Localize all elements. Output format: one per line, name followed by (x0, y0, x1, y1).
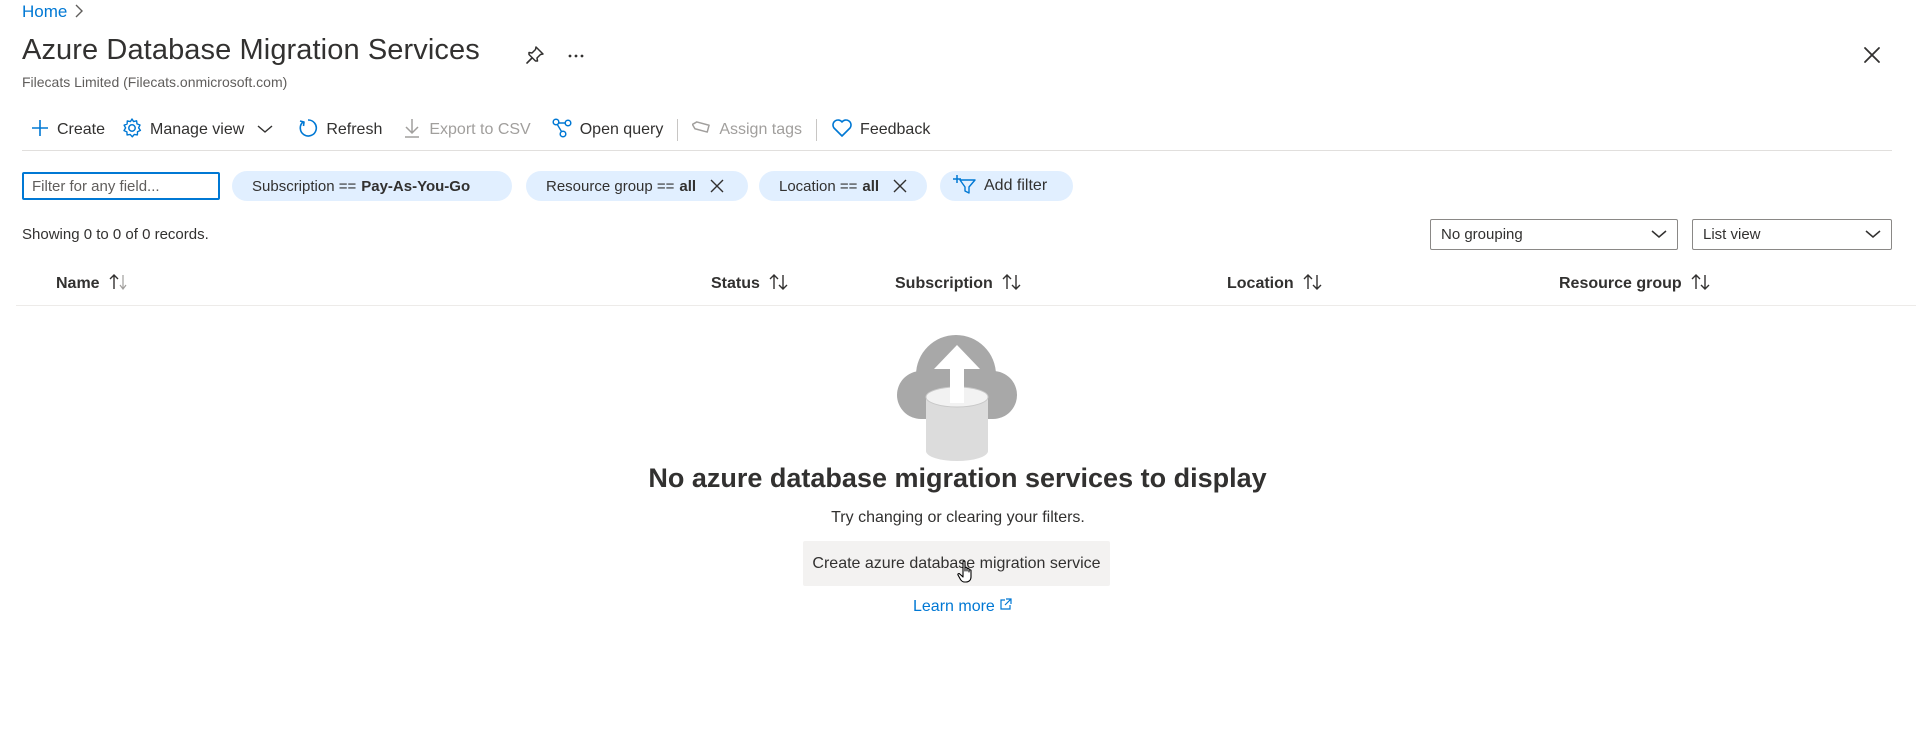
export-csv-button[interactable]: Export to CSV (394, 114, 538, 146)
remove-filter-icon[interactable] (710, 179, 724, 193)
chevron-down-icon (1865, 226, 1881, 243)
empty-state-subtitle: Try changing or clearing your filters. (831, 509, 1085, 526)
column-header-label: Status (711, 275, 760, 292)
column-header-label: Subscription (895, 275, 993, 292)
sort-icon (1690, 273, 1712, 296)
assign-tags-button[interactable]: Assign tags (684, 114, 810, 146)
download-icon (402, 117, 422, 144)
add-filter-label: Add filter (984, 177, 1048, 194)
add-filter-icon (952, 173, 976, 200)
create-migration-service-button[interactable]: Create azure database migration service (803, 541, 1110, 586)
external-link-icon (999, 598, 1012, 616)
refresh-icon (297, 117, 319, 144)
sort-ascending-icon (108, 273, 130, 296)
column-header-subscription[interactable]: Subscription (895, 272, 1023, 296)
column-header-label: Name (56, 275, 100, 292)
feedback-label: Feedback (860, 121, 931, 138)
table-header-divider (16, 305, 1916, 306)
sort-icon (1302, 273, 1324, 296)
column-header-name[interactable]: Name (56, 272, 130, 296)
filter-pill-label: Subscription == (252, 177, 357, 195)
open-query-label: Open query (579, 121, 664, 138)
sort-icon (1001, 273, 1023, 296)
pin-icon[interactable] (524, 44, 546, 66)
page-title: Azure Database Migration Services (22, 34, 480, 66)
more-options-icon[interactable] (565, 44, 587, 66)
create-button[interactable]: Create (22, 114, 113, 146)
add-filter-button[interactable]: Add filter (940, 171, 1073, 201)
heart-icon (831, 118, 853, 143)
records-summary: Showing 0 to 0 of 0 records. (22, 226, 209, 243)
chevron-down-icon (257, 121, 273, 139)
refresh-label: Refresh (326, 121, 383, 138)
create-label: Create (57, 121, 106, 138)
filter-pill-value: Pay-As-You-Go (361, 177, 471, 195)
learn-more-label: Learn more (913, 598, 995, 615)
refresh-button[interactable]: Refresh (289, 114, 390, 146)
close-icon[interactable] (1861, 44, 1883, 66)
grouping-dropdown[interactable]: No grouping (1430, 219, 1678, 250)
open-query-button[interactable]: Open query (543, 114, 672, 146)
feedback-button[interactable]: Feedback (823, 114, 938, 146)
chevron-down-icon (1651, 226, 1667, 243)
column-header-label: Location (1227, 275, 1294, 292)
view-value: List view (1703, 226, 1761, 243)
gear-icon (121, 117, 143, 144)
grouping-value: No grouping (1441, 226, 1523, 243)
breadcrumb: Home (22, 2, 84, 22)
filter-pill-resource-group[interactable]: Resource group == all (526, 171, 748, 201)
toolbar-divider (22, 150, 1892, 151)
filter-search-input[interactable] (22, 172, 220, 200)
query-icon (551, 117, 573, 144)
toolbar-separator (816, 119, 818, 141)
column-header-status[interactable]: Status (711, 272, 790, 296)
manage-view-label: Manage view (150, 121, 245, 138)
sort-icon (768, 273, 790, 296)
filter-pill-value: all (679, 177, 697, 195)
column-header-location[interactable]: Location (1227, 272, 1324, 296)
page-subtitle: Filecats Limited (Filecats.onmicrosoft.c… (22, 74, 288, 90)
filter-pill-label: Resource group == (546, 177, 675, 195)
manage-view-button[interactable]: Manage view (113, 114, 281, 146)
toolbar-separator (677, 119, 679, 141)
filter-pill-location[interactable]: Location == all (759, 171, 927, 201)
filter-pill-value: all (862, 177, 880, 195)
learn-more-link[interactable]: Learn more (913, 598, 1012, 616)
chevron-right-icon (75, 4, 84, 21)
plus-icon (30, 118, 50, 143)
column-header-resource-group[interactable]: Resource group (1559, 272, 1712, 296)
column-header-label: Resource group (1559, 275, 1682, 292)
assign-tags-label: Assign tags (719, 121, 803, 138)
remove-filter-icon[interactable] (893, 179, 907, 193)
filter-pill-subscription[interactable]: Subscription == Pay-As-You-Go (232, 171, 512, 201)
command-bar: Create Manage view Refresh Export to CSV… (22, 114, 938, 146)
filter-pill-label: Location == (779, 177, 858, 195)
tag-icon (692, 117, 712, 144)
empty-state-title: No azure database migration services to … (648, 463, 1267, 493)
breadcrumb-home-link[interactable]: Home (22, 2, 67, 22)
export-csv-label: Export to CSV (429, 121, 531, 138)
cloud-database-upload-icon (896, 333, 1018, 463)
view-dropdown[interactable]: List view (1692, 219, 1892, 250)
